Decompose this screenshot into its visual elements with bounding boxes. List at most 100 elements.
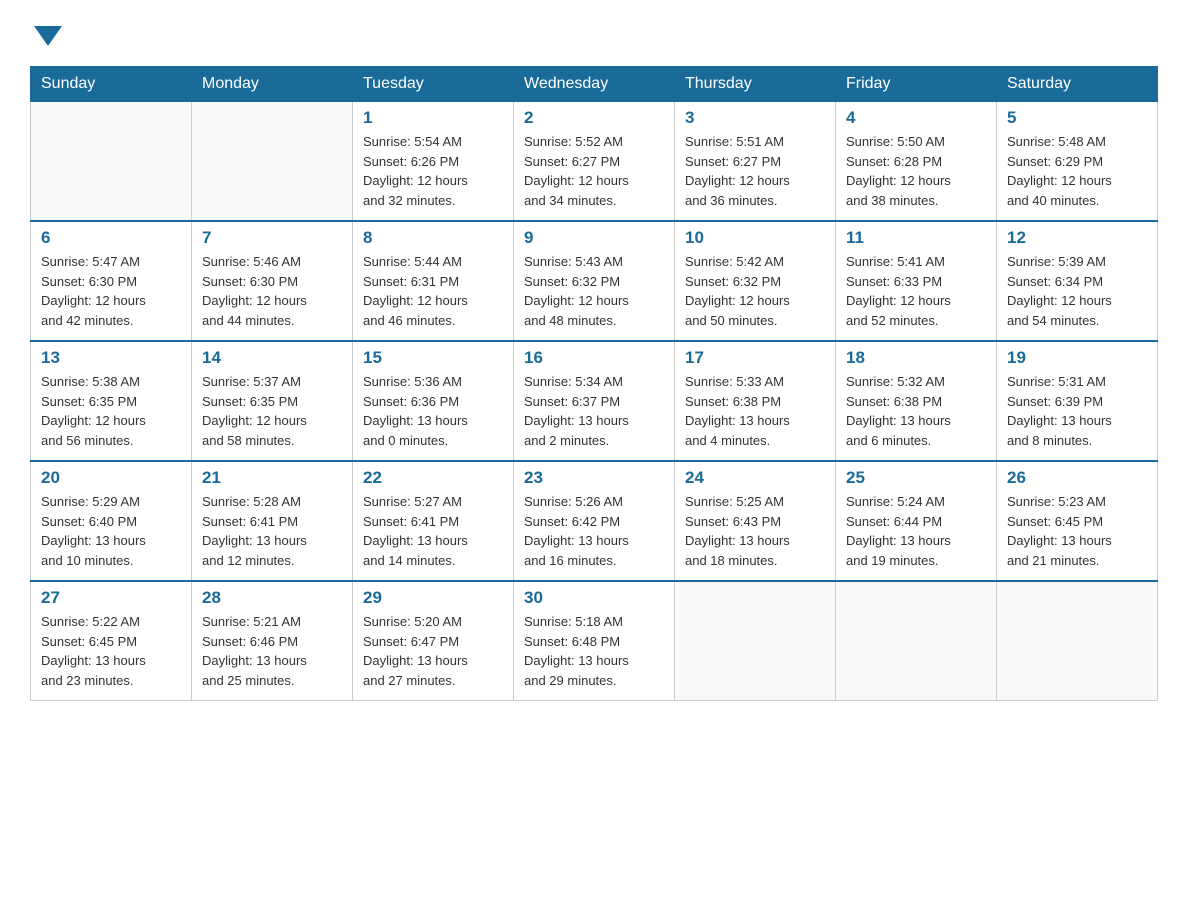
day-number: 12: [1007, 228, 1147, 248]
day-number: 18: [846, 348, 986, 368]
calendar-cell: 11 Sunrise: 5:41 AMSunset: 6:33 PMDayligh…: [836, 221, 997, 341]
calendar-cell: 30 Sunrise: 5:18 AMSunset: 6:48 PMDayligh…: [514, 581, 675, 701]
day-number: 8: [363, 228, 503, 248]
day-number: 13: [41, 348, 181, 368]
day-number: 4: [846, 108, 986, 128]
calendar-cell: 10Sunrise: 5:42 AMSunset: 6:32 PMDayligh…: [675, 221, 836, 341]
day-number: 19: [1007, 348, 1147, 368]
calendar-week-row: 27 Sunrise: 5:22 AMSunset: 6:45 PMDayligh…: [31, 581, 1158, 701]
day-info: Sunrise: 5:41 AMSunset: 6:33 PMDaylight:…: [846, 252, 986, 330]
day-info: Sunrise: 5:24 AMSunset: 6:44 PMDaylight:…: [846, 492, 986, 570]
day-info: Sunrise: 5:22 AMSunset: 6:45 PMDaylight:…: [41, 612, 181, 690]
calendar-cell: 20 Sunrise: 5:29 AMSunset: 6:40 PMDayligh…: [31, 461, 192, 581]
calendar-cell: 23 Sunrise: 5:26 AMSunset: 6:42 PMDayligh…: [514, 461, 675, 581]
logo-arrow-icon: [34, 26, 62, 46]
logo: [30, 20, 62, 46]
day-number: 16: [524, 348, 664, 368]
calendar-cell: 21 Sunrise: 5:28 AMSunset: 6:41 PMDayligh…: [192, 461, 353, 581]
day-number: 25: [846, 468, 986, 488]
weekday-header-monday: Monday: [192, 67, 353, 102]
day-info: Sunrise: 5:47 AMSunset: 6:30 PMDaylight:…: [41, 252, 181, 330]
calendar-cell: 18 Sunrise: 5:32 AMSunset: 6:38 PMDayligh…: [836, 341, 997, 461]
calendar-cell: 3Sunrise: 5:51 AMSunset: 6:27 PMDaylight…: [675, 102, 836, 222]
day-info: Sunrise: 5:52 AMSunset: 6:27 PMDaylight:…: [524, 132, 664, 210]
calendar-cell: 9 Sunrise: 5:43 AMSunset: 6:32 PMDaylight…: [514, 221, 675, 341]
day-number: 5: [1007, 108, 1147, 128]
calendar-cell: 27 Sunrise: 5:22 AMSunset: 6:45 PMDayligh…: [31, 581, 192, 701]
weekday-header-tuesday: Tuesday: [353, 67, 514, 102]
day-info: Sunrise: 5:38 AMSunset: 6:35 PMDaylight:…: [41, 372, 181, 450]
calendar-cell: 6Sunrise: 5:47 AMSunset: 6:30 PMDaylight…: [31, 221, 192, 341]
calendar-cell: [836, 581, 997, 701]
calendar-cell: 1Sunrise: 5:54 AMSunset: 6:26 PMDaylight…: [353, 102, 514, 222]
weekday-header-sunday: Sunday: [31, 67, 192, 102]
calendar-cell: 28 Sunrise: 5:21 AMSunset: 6:46 PMDayligh…: [192, 581, 353, 701]
calendar-cell: 12 Sunrise: 5:39 AMSunset: 6:34 PMDayligh…: [997, 221, 1158, 341]
day-number: 20: [41, 468, 181, 488]
day-info: Sunrise: 5:25 AMSunset: 6:43 PMDaylight:…: [685, 492, 825, 570]
day-info: Sunrise: 5:50 AMSunset: 6:28 PMDaylight:…: [846, 132, 986, 210]
day-number: 27: [41, 588, 181, 608]
calendar-cell: 22 Sunrise: 5:27 AMSunset: 6:41 PMDayligh…: [353, 461, 514, 581]
calendar-cell: 5Sunrise: 5:48 AMSunset: 6:29 PMDaylight…: [997, 102, 1158, 222]
day-info: Sunrise: 5:20 AMSunset: 6:47 PMDaylight:…: [363, 612, 503, 690]
calendar-cell: [675, 581, 836, 701]
page-header: [30, 20, 1158, 46]
day-number: 2: [524, 108, 664, 128]
day-info: Sunrise: 5:27 AMSunset: 6:41 PMDaylight:…: [363, 492, 503, 570]
day-info: Sunrise: 5:37 AMSunset: 6:35 PMDaylight:…: [202, 372, 342, 450]
calendar-cell: 15 Sunrise: 5:36 AMSunset: 6:36 PMDayligh…: [353, 341, 514, 461]
day-info: Sunrise: 5:43 AMSunset: 6:32 PMDaylight:…: [524, 252, 664, 330]
day-info: Sunrise: 5:26 AMSunset: 6:42 PMDaylight:…: [524, 492, 664, 570]
day-info: Sunrise: 5:44 AMSunset: 6:31 PMDaylight:…: [363, 252, 503, 330]
day-info: Sunrise: 5:39 AMSunset: 6:34 PMDaylight:…: [1007, 252, 1147, 330]
day-number: 24: [685, 468, 825, 488]
day-number: 11: [846, 228, 986, 248]
calendar-cell: 8 Sunrise: 5:44 AMSunset: 6:31 PMDaylight…: [353, 221, 514, 341]
day-info: Sunrise: 5:46 AMSunset: 6:30 PMDaylight:…: [202, 252, 342, 330]
calendar-cell: 19Sunrise: 5:31 AMSunset: 6:39 PMDayligh…: [997, 341, 1158, 461]
calendar-week-row: 13 Sunrise: 5:38 AMSunset: 6:35 PMDayligh…: [31, 341, 1158, 461]
day-info: Sunrise: 5:29 AMSunset: 6:40 PMDaylight:…: [41, 492, 181, 570]
calendar-table: SundayMondayTuesdayWednesdayThursdayFrid…: [30, 66, 1158, 701]
calendar-cell: [192, 102, 353, 222]
calendar-cell: 26 Sunrise: 5:23 AMSunset: 6:45 PMDayligh…: [997, 461, 1158, 581]
weekday-header-wednesday: Wednesday: [514, 67, 675, 102]
day-number: 14: [202, 348, 342, 368]
calendar-cell: 25 Sunrise: 5:24 AMSunset: 6:44 PMDayligh…: [836, 461, 997, 581]
day-info: Sunrise: 5:32 AMSunset: 6:38 PMDaylight:…: [846, 372, 986, 450]
day-number: 23: [524, 468, 664, 488]
day-number: 22: [363, 468, 503, 488]
day-info: Sunrise: 5:28 AMSunset: 6:41 PMDaylight:…: [202, 492, 342, 570]
day-number: 28: [202, 588, 342, 608]
calendar-cell: 14 Sunrise: 5:37 AMSunset: 6:35 PMDayligh…: [192, 341, 353, 461]
calendar-cell: 4 Sunrise: 5:50 AMSunset: 6:28 PMDaylight…: [836, 102, 997, 222]
calendar-cell: 29 Sunrise: 5:20 AMSunset: 6:47 PMDayligh…: [353, 581, 514, 701]
day-info: Sunrise: 5:33 AMSunset: 6:38 PMDaylight:…: [685, 372, 825, 450]
calendar-cell: 16Sunrise: 5:34 AMSunset: 6:37 PMDayligh…: [514, 341, 675, 461]
day-number: 10: [685, 228, 825, 248]
day-number: 30: [524, 588, 664, 608]
weekday-header-saturday: Saturday: [997, 67, 1158, 102]
day-number: 1: [363, 108, 503, 128]
day-number: 15: [363, 348, 503, 368]
day-number: 26: [1007, 468, 1147, 488]
day-info: Sunrise: 5:23 AMSunset: 6:45 PMDaylight:…: [1007, 492, 1147, 570]
calendar-week-row: 20 Sunrise: 5:29 AMSunset: 6:40 PMDayligh…: [31, 461, 1158, 581]
weekday-header-row: SundayMondayTuesdayWednesdayThursdayFrid…: [31, 67, 1158, 102]
calendar-cell: [997, 581, 1158, 701]
weekday-header-friday: Friday: [836, 67, 997, 102]
day-number: 29: [363, 588, 503, 608]
day-number: 7: [202, 228, 342, 248]
calendar-cell: [31, 102, 192, 222]
day-number: 3: [685, 108, 825, 128]
day-info: Sunrise: 5:36 AMSunset: 6:36 PMDaylight:…: [363, 372, 503, 450]
calendar-week-row: 6Sunrise: 5:47 AMSunset: 6:30 PMDaylight…: [31, 221, 1158, 341]
day-number: 9: [524, 228, 664, 248]
calendar-week-row: 1Sunrise: 5:54 AMSunset: 6:26 PMDaylight…: [31, 102, 1158, 222]
day-number: 21: [202, 468, 342, 488]
day-info: Sunrise: 5:18 AMSunset: 6:48 PMDaylight:…: [524, 612, 664, 690]
day-info: Sunrise: 5:21 AMSunset: 6:46 PMDaylight:…: [202, 612, 342, 690]
calendar-cell: 7 Sunrise: 5:46 AMSunset: 6:30 PMDaylight…: [192, 221, 353, 341]
calendar-cell: 2 Sunrise: 5:52 AMSunset: 6:27 PMDaylight…: [514, 102, 675, 222]
